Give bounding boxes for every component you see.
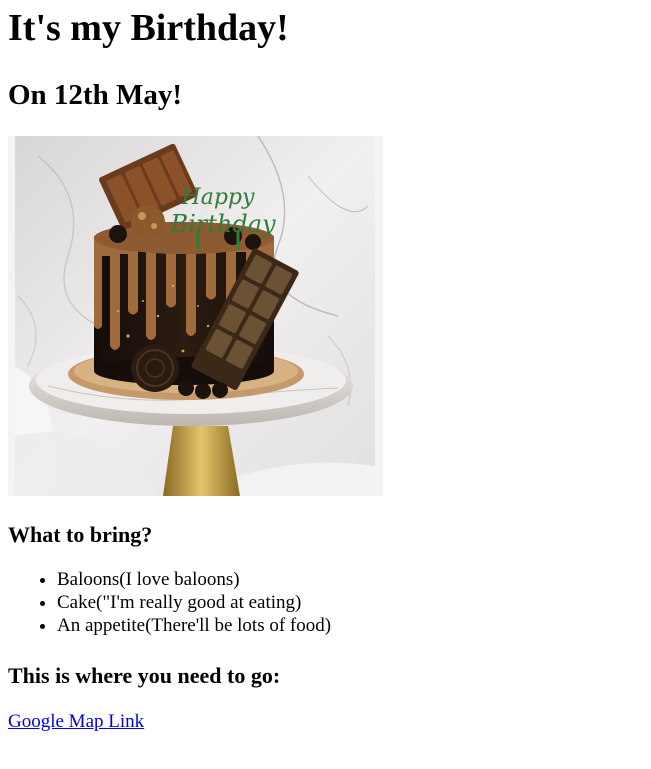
list-item: An appetite(There'll be lots of food) [57, 614, 643, 637]
topper-text-birthday: Birthday [169, 210, 276, 238]
list-item: Cake("I'm really good at eating) [57, 591, 643, 614]
date-subtitle: On 12th May! [8, 79, 182, 111]
page: It's my Birthday! On 12th May! Happy Bir… [0, 4, 651, 733]
google-map-link[interactable]: Google Map Link [8, 710, 144, 733]
list-item: Baloons(I love baloons) [57, 568, 643, 591]
bring-heading: What to bring? [8, 522, 153, 547]
cake-image: Happy Birthday [8, 136, 383, 496]
page-title: It's my Birthday! [8, 7, 289, 49]
directions-heading: This is where you need to go: [8, 663, 281, 688]
bring-list: Baloons(I love baloons) Cake("I'm really… [8, 568, 643, 637]
topper-text-happy: Happy [181, 185, 255, 210]
